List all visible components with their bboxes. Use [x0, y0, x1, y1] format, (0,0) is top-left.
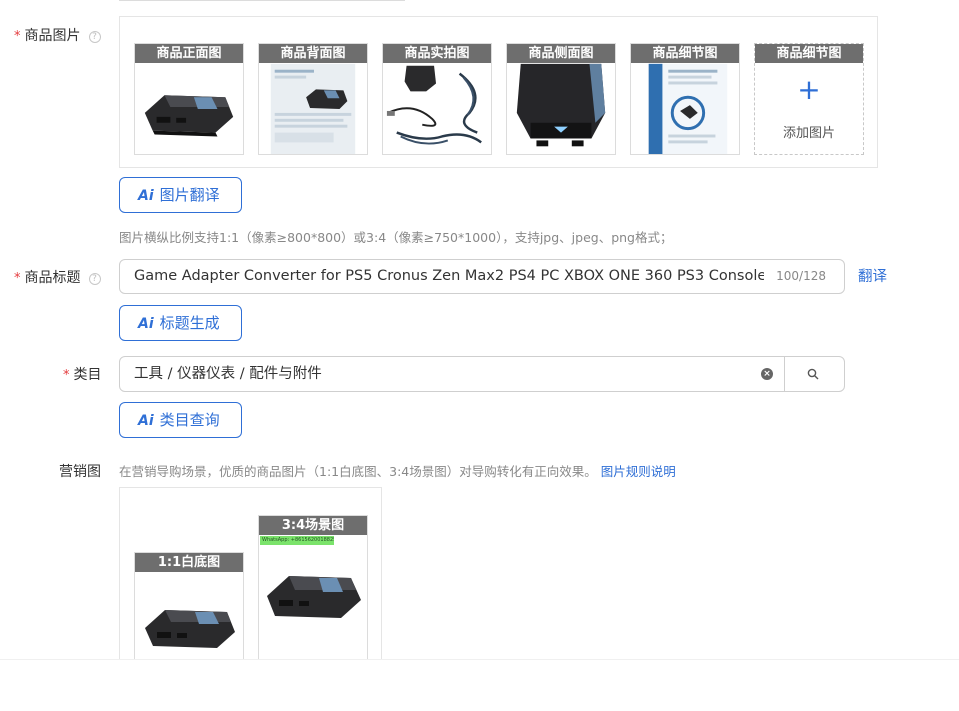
whatsapp-tag: WhatsApp: +8615620018825	[260, 536, 334, 545]
thumbnail-caption: 商品侧面图	[507, 44, 615, 63]
image-ratio-hint: 图片横纵比例支持1:1（像素≥800*800）或3:4（像素≥750*1000）…	[119, 230, 673, 245]
adapter-cables-photo-icon	[386, 65, 482, 145]
marketing-thumb-caption: 3:4场景图	[259, 516, 367, 535]
add-slot-caption: 商品细节图	[755, 44, 863, 63]
translate-link[interactable]: 翻译	[858, 265, 887, 286]
required-asterisk: *	[63, 368, 70, 383]
thumbnail-back[interactable]: 商品背面图	[258, 43, 368, 155]
product-images-label: * 商品图片?	[14, 25, 101, 45]
adapter-front-photo-icon	[144, 95, 234, 137]
search-icon	[807, 368, 819, 380]
marketing-image-label: 营销图	[59, 464, 101, 480]
top-divider-stub	[119, 0, 405, 1]
marketing-image-description: 在营销导购场景，优质的商品图片（1:1白底图、3:4场景图）对导购转化有正向效果…	[119, 464, 676, 479]
add-image-text: 添加图片	[782, 126, 835, 141]
add-image-slot[interactable]: 商品细节图 + 添加图片	[754, 43, 864, 155]
product-title-label: * 商品标题?	[14, 267, 101, 287]
adapter-box-detail-photo-icon	[648, 63, 728, 154]
marketing-thumb-portrait[interactable]: 3:4场景图 WhatsApp: +8615620018825	[258, 515, 368, 678]
title-char-count: 100/128	[776, 269, 826, 283]
thumbnail-caption: 商品正面图	[135, 44, 243, 63]
ai-title-generate-button[interactable]: Ai 标题生成	[119, 305, 242, 341]
thumbnail-side[interactable]: 商品侧面图	[506, 43, 616, 155]
category-label: * 类目	[63, 367, 102, 383]
thumbnail-caption: 商品背面图	[259, 44, 367, 63]
ai-icon: Ai	[138, 316, 154, 332]
product-images-box: 商品正面图 商品背面图 商品实拍图 商品侧面图 商品细节图 商品细节图 + 添加…	[119, 16, 878, 168]
adapter-front-photo-icon	[145, 610, 235, 648]
thumbnail-detail[interactable]: 商品细节图	[630, 43, 740, 155]
ai-category-query-button[interactable]: Ai 类目查询	[119, 402, 242, 438]
category-select[interactable]: 工具 / 仪器仪表 / 配件与附件 ×	[119, 356, 845, 392]
thumbnail-caption: 商品实拍图	[383, 44, 491, 63]
bottom-area	[0, 659, 959, 711]
adapter-package-back-photo-icon	[270, 63, 356, 154]
plus-icon: +	[797, 73, 821, 106]
thumbnail-caption: 商品细节图	[631, 44, 739, 63]
adapter-side-photo-icon	[516, 63, 606, 147]
thumbnail-real-shot[interactable]: 商品实拍图	[382, 43, 492, 155]
ai-icon: Ai	[138, 413, 154, 429]
required-asterisk: *	[14, 29, 21, 44]
required-asterisk: *	[14, 271, 21, 286]
image-rules-link[interactable]: 图片规则说明	[601, 464, 676, 479]
marketing-thumb-caption: 1:1白底图	[135, 553, 243, 572]
marketing-images-box: 1:1白底图 3:4场景图 WhatsApp: +8615620018825	[119, 487, 382, 678]
product-title-value[interactable]: Game Adapter Converter for PS5 Cronus Ze…	[134, 260, 764, 293]
ai-icon: Ai	[138, 188, 154, 204]
question-circle-icon[interactable]: ?	[88, 31, 101, 43]
category-value: 工具 / 仪器仪表 / 配件与附件	[134, 366, 322, 382]
product-title-input[interactable]: Game Adapter Converter for PS5 Cronus Ze…	[119, 259, 845, 294]
clear-circle-icon[interactable]: ×	[761, 368, 773, 380]
question-circle-icon[interactable]: ?	[88, 273, 101, 285]
ai-image-translate-button[interactable]: Ai 图片翻译	[119, 177, 242, 213]
category-search-button[interactable]	[784, 357, 844, 391]
adapter-front-photo-icon	[267, 576, 361, 618]
thumbnail-front[interactable]: 商品正面图	[134, 43, 244, 155]
